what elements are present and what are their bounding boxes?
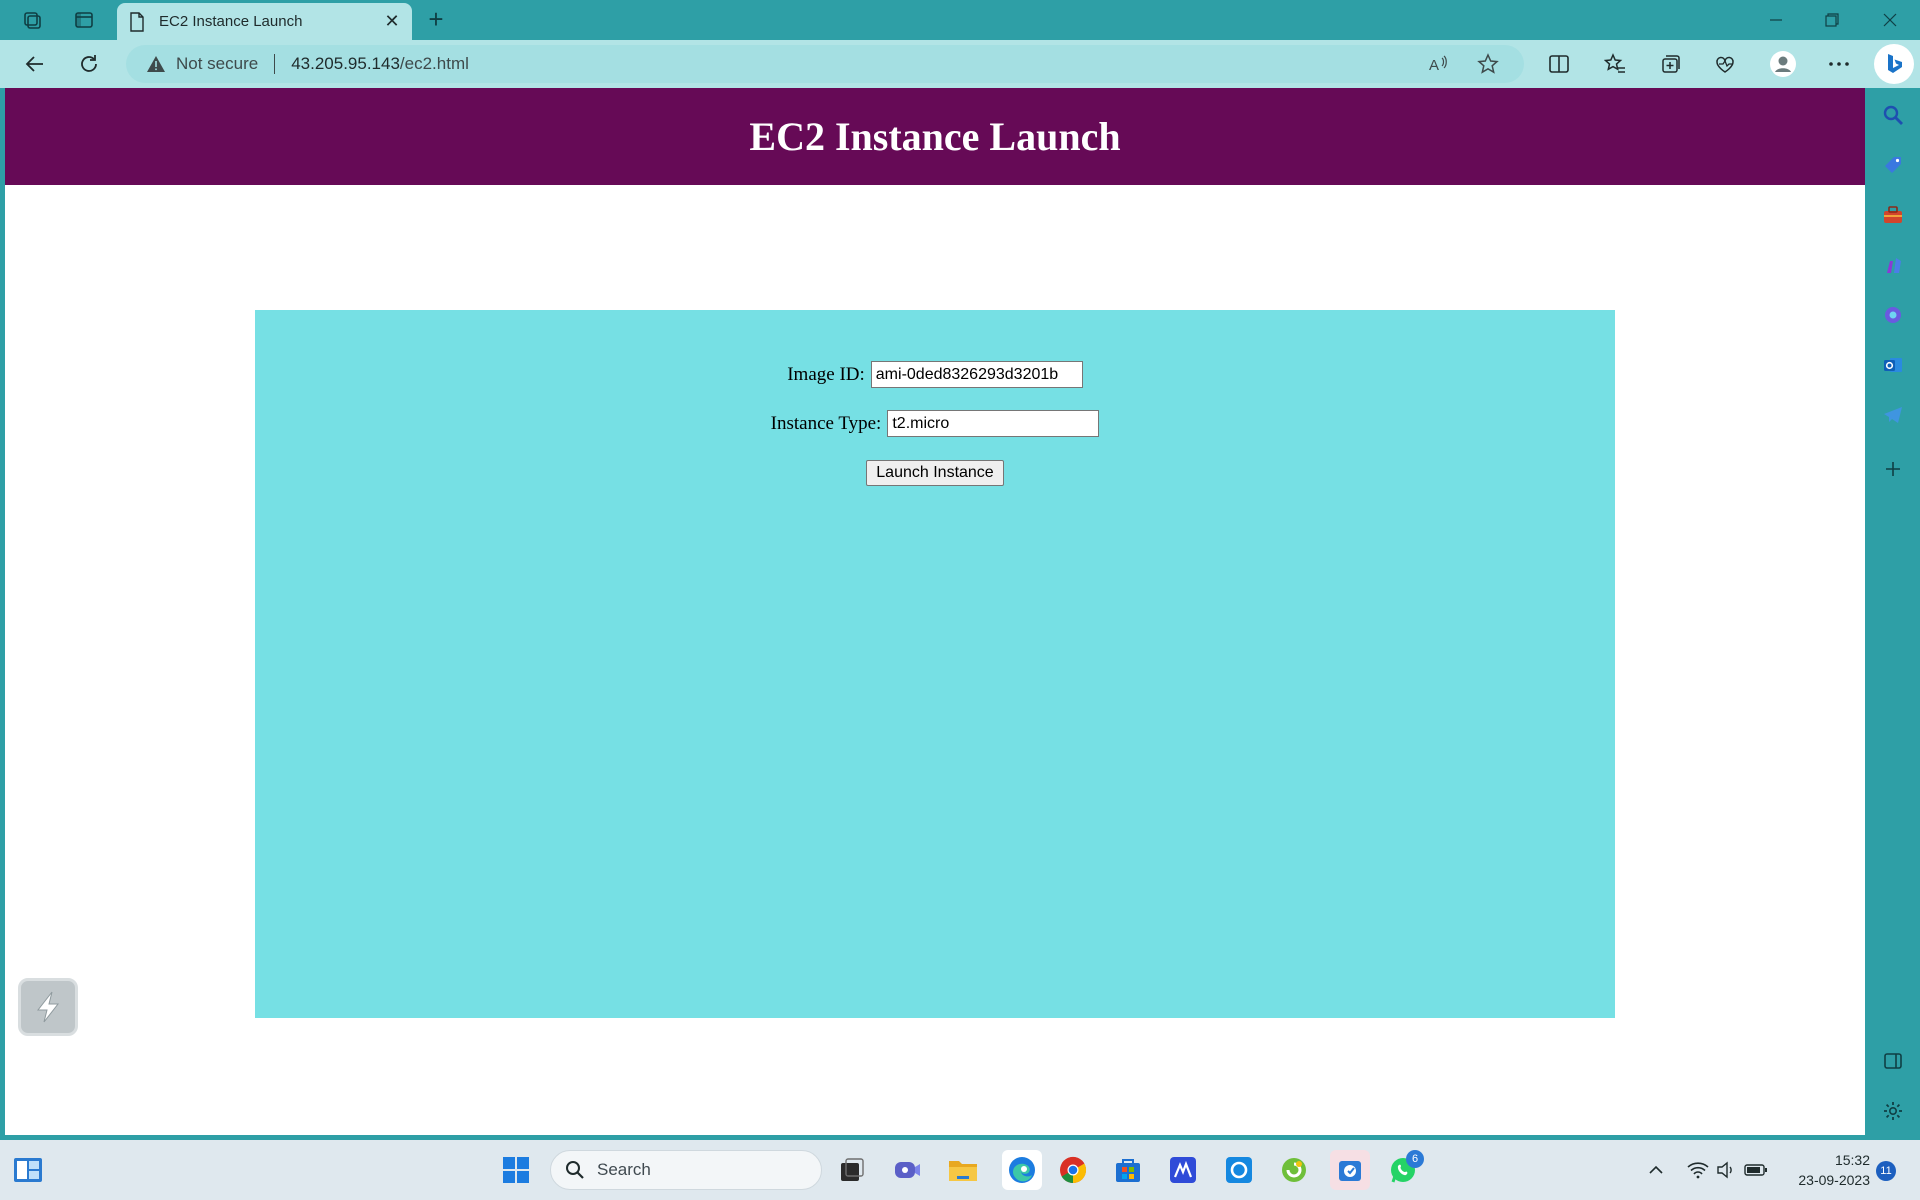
settings-icon[interactable]	[1880, 1098, 1906, 1124]
taskbar-search[interactable]: Search	[550, 1150, 822, 1190]
bing-copilot-button[interactable]	[1874, 44, 1914, 84]
volume-icon[interactable]	[1710, 1154, 1742, 1186]
browser-essentials-icon[interactable]	[1710, 50, 1740, 78]
show-hidden-icons-chevron-icon[interactable]	[1640, 1154, 1672, 1186]
more-options-icon[interactable]	[1824, 50, 1854, 78]
chrome-icon[interactable]	[1057, 1154, 1089, 1186]
vscode-icon[interactable]	[1167, 1154, 1199, 1186]
copilot-icon[interactable]	[1880, 302, 1906, 328]
close-window-icon[interactable]	[1862, 0, 1918, 40]
image-id-input[interactable]: ami-0ded8326293d3201b	[870, 361, 1083, 388]
app-icon[interactable]	[1278, 1154, 1310, 1186]
favorites-icon[interactable]	[1600, 50, 1630, 78]
edge-icon[interactable]	[1002, 1150, 1042, 1190]
file-explorer-icon[interactable]	[947, 1154, 979, 1186]
page-header: EC2 Instance Launch	[5, 88, 1865, 185]
page-title: EC2 Instance Launch	[749, 114, 1121, 159]
battery-icon[interactable]	[1740, 1154, 1772, 1186]
toolbox-icon[interactable]	[1880, 202, 1906, 228]
url-path: /ec2.html	[399, 54, 469, 73]
close-tab-icon[interactable]: ✕	[380, 10, 404, 34]
restore-icon[interactable]	[1804, 0, 1860, 40]
task-view-icon[interactable]	[836, 1154, 868, 1186]
tab-title: EC2 Instance Launch	[159, 13, 303, 30]
telegram-icon[interactable]	[1880, 402, 1906, 428]
svg-text:A: A	[1429, 57, 1439, 74]
snipping-tool-icon[interactable]	[1330, 1150, 1370, 1190]
split-pane-icon[interactable]	[1880, 1048, 1906, 1074]
lightning-icon	[36, 991, 60, 1023]
address-divider	[274, 54, 276, 74]
teams-icon[interactable]	[891, 1154, 923, 1186]
instance-type-row: Instance Type: t2.micro	[255, 410, 1615, 437]
search-placeholder: Search	[597, 1160, 651, 1179]
new-tab-icon[interactable]: +	[422, 6, 450, 34]
page-viewport: EC2 Instance Launch Image ID: ami-0ded83…	[5, 88, 1865, 1135]
vertical-tabs-icon[interactable]	[72, 8, 96, 32]
games-icon[interactable]	[1880, 252, 1906, 278]
clock-time: 15:32	[1834, 1152, 1870, 1168]
add-icon[interactable]	[1880, 456, 1906, 482]
clock-date: 23-09-2023	[1798, 1172, 1870, 1188]
whatsapp-unread-badge: 6	[1406, 1150, 1424, 1168]
submit-row: Launch Instance	[255, 460, 1615, 486]
favorite-star-icon[interactable]	[1476, 52, 1500, 76]
profile-avatar[interactable]	[1768, 50, 1798, 78]
floating-app-widget[interactable]	[18, 978, 78, 1036]
security-label[interactable]: Not secure	[176, 54, 258, 74]
image-id-label: Image ID:	[787, 363, 865, 385]
warning-icon[interactable]	[146, 55, 166, 73]
browser-titlebar: EC2 Instance Launch ✕ +	[0, 0, 1920, 40]
edge-sidebar	[1866, 88, 1920, 1136]
windows-taskbar: Search 6 15:32 23-09-2023 11	[0, 1140, 1920, 1200]
url-text[interactable]: 43.205.95.143/ec2.html	[291, 54, 469, 74]
microsoft-store-icon[interactable]	[1112, 1154, 1144, 1186]
search-icon[interactable]	[1880, 102, 1906, 128]
image-id-row: Image ID: ami-0ded8326293d3201b	[255, 361, 1615, 388]
browser-toolbar: Not secure 43.205.95.143/ec2.html A	[0, 40, 1920, 88]
system-clock[interactable]: 15:32 23-09-2023	[1778, 1150, 1870, 1190]
workspaces-icon[interactable]	[20, 8, 44, 32]
cortana-icon[interactable]	[1223, 1154, 1255, 1186]
tab-ec2-instance-launch[interactable]: EC2 Instance Launch ✕	[117, 3, 412, 40]
document-icon	[130, 11, 144, 32]
collections-icon[interactable]	[1656, 50, 1686, 78]
address-bar[interactable]: Not secure 43.205.95.143/ec2.html A	[126, 45, 1524, 83]
widgets-icon[interactable]	[12, 1154, 44, 1186]
outlook-icon[interactable]	[1880, 352, 1906, 378]
back-icon[interactable]	[20, 50, 50, 78]
read-aloud-icon[interactable]: A	[1426, 52, 1450, 76]
launch-instance-button[interactable]: Launch Instance	[866, 460, 1004, 486]
bing-icon	[1888, 54, 1902, 73]
launch-form-panel: Image ID: ami-0ded8326293d3201b Instance…	[255, 310, 1615, 1018]
split-screen-icon[interactable]	[1544, 50, 1574, 78]
instance-type-input[interactable]: t2.micro	[887, 410, 1100, 437]
shopping-tag-icon[interactable]	[1880, 152, 1906, 178]
instance-type-label: Instance Type:	[770, 412, 882, 434]
notification-count-badge[interactable]: 11	[1876, 1161, 1896, 1181]
refresh-icon[interactable]	[74, 50, 104, 78]
minimize-icon[interactable]	[1748, 0, 1804, 40]
url-host: 43.205.95.143	[291, 54, 400, 73]
search-icon	[566, 1161, 584, 1179]
start-icon[interactable]	[500, 1154, 532, 1186]
